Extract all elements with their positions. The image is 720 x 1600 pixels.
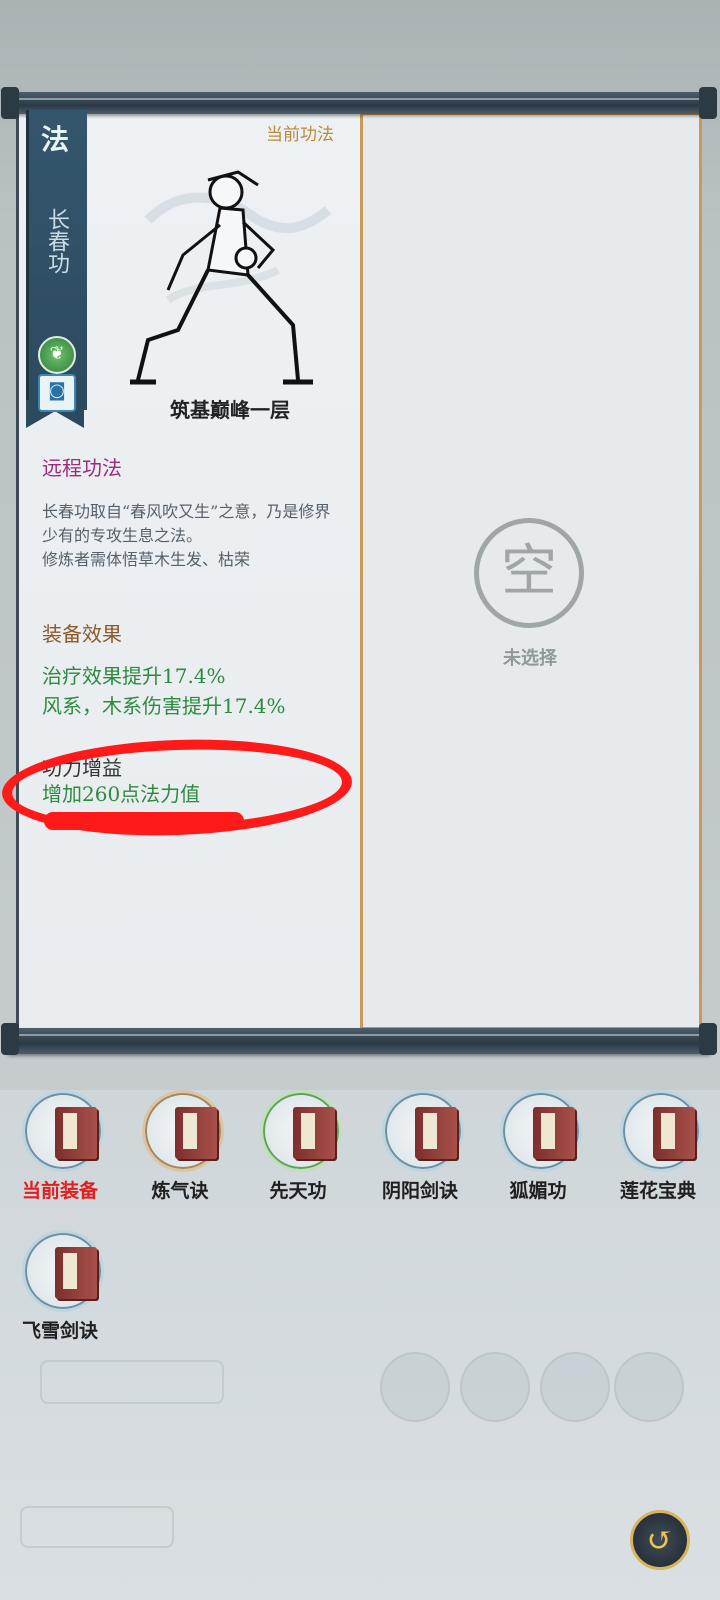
book-icon-frame	[382, 1090, 464, 1172]
book-icon-frame	[142, 1090, 224, 1172]
book-icon	[533, 1107, 575, 1159]
ghost-button	[40, 1360, 224, 1404]
book-icon-frame	[500, 1090, 582, 1172]
effect-line: 风系，木系伤害提升17.4%	[42, 694, 286, 718]
wood-element-icon: ❦	[38, 336, 76, 374]
red-highlight-stroke	[44, 812, 244, 830]
ghost-circle	[614, 1352, 684, 1422]
book-icon	[55, 1247, 97, 1299]
book-icon-frame	[22, 1230, 104, 1312]
skill-category: 远程功法	[42, 456, 122, 480]
skill-name: 长春功	[44, 208, 69, 274]
martial-artist-figure	[130, 170, 332, 385]
ghost-circle	[540, 1352, 610, 1422]
book-icon	[293, 1107, 335, 1159]
book-label: 当前装备	[21, 1180, 98, 1202]
book-tab-lianhua[interactable]: 莲花宝典	[608, 1090, 708, 1210]
empty-slot-seal-icon: 空	[474, 518, 584, 628]
book-label: 先天功	[269, 1180, 327, 1202]
book-tab-yinyang[interactable]: 阴阳剑诀	[370, 1090, 470, 1210]
ghost-circle	[380, 1352, 450, 1422]
book-label: 飞雪剑诀	[21, 1320, 98, 1342]
effect-title: 装备效果	[42, 622, 122, 646]
book-icon-frame	[260, 1090, 342, 1172]
scroll-rod-bottom	[1, 1023, 717, 1055]
book-tab-xiantian[interactable]: 先天功	[248, 1090, 348, 1210]
book-icon	[175, 1107, 217, 1159]
skill-type-glyph: 法	[40, 123, 69, 156]
book-label: 阴阳剑诀	[381, 1180, 458, 1202]
book-tab-humei[interactable]: 狐媚功	[488, 1090, 588, 1210]
book-icon	[415, 1107, 457, 1159]
book-tab-feixue[interactable]: 飞雪剑诀	[10, 1230, 110, 1350]
return-arrow-icon: ↺	[646, 1521, 674, 1559]
cultivation-realm: 筑基巅峰一层	[170, 398, 290, 422]
book-icon-frame	[22, 1090, 104, 1172]
seal-icon: ◙	[38, 374, 76, 412]
book-icon-frame	[620, 1090, 702, 1172]
current-skill-label: 当前功法	[266, 125, 334, 145]
scroll-rod-top	[1, 87, 717, 119]
book-icon	[653, 1107, 695, 1159]
skill-description: 长春功取自“春风吹又生”之意，乃是修界少有的专攻生息之法。 修炼者需体悟草木生发…	[42, 502, 331, 569]
book-icon	[55, 1107, 97, 1159]
book-label: 炼气诀	[151, 1180, 209, 1202]
ghost-button	[20, 1506, 174, 1548]
book-label: 莲花宝典	[619, 1180, 696, 1202]
ghost-circle	[460, 1352, 530, 1422]
book-tab-current[interactable]: 当前装备	[10, 1090, 110, 1210]
book-tab-lianqi[interactable]: 炼气诀	[130, 1090, 230, 1210]
book-label: 狐媚功	[509, 1180, 567, 1202]
back-button[interactable]: ↺	[630, 1510, 690, 1570]
effect-line: 治疗效果提升17.4%	[42, 664, 226, 688]
empty-slot-label: 未选择	[503, 648, 557, 669]
